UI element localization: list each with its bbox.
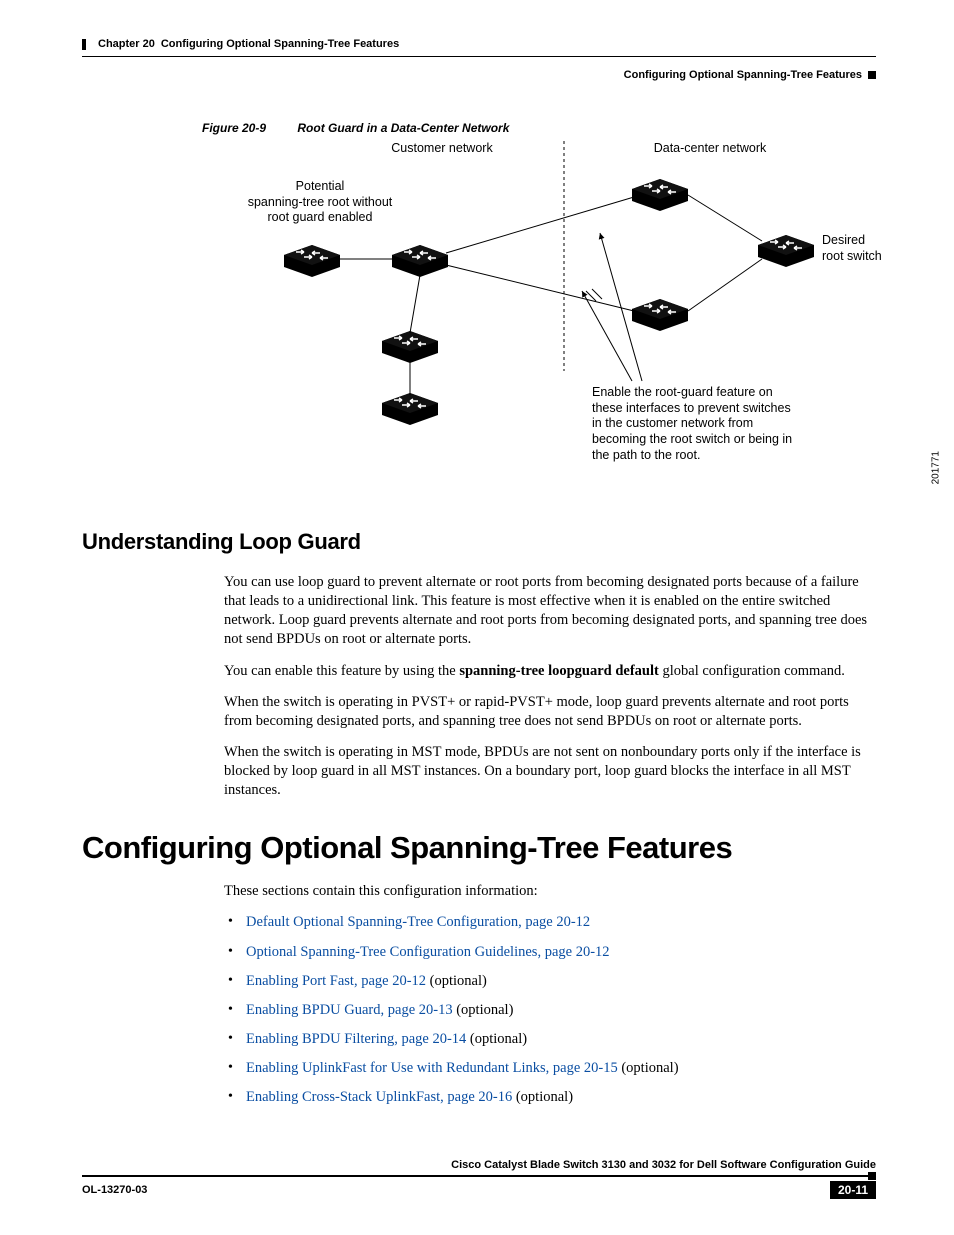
- loop-guard-body: You can use loop guard to prevent altern…: [224, 573, 876, 800]
- toc-link[interactable]: Enabling Cross-Stack UplinkFast, page 20…: [246, 1089, 512, 1105]
- config-body: These sections contain this configuratio…: [224, 882, 876, 1107]
- toc-link[interactable]: Enabling Port Fast, page 20-12: [246, 973, 426, 989]
- header-left: Chapter 20 Configuring Optional Spanning…: [82, 38, 399, 50]
- fig-label-desired: Desired root switch: [822, 233, 902, 264]
- toc-suffix: (optional): [512, 1089, 573, 1105]
- footer-rule: [82, 1175, 876, 1177]
- heading-config-ostf: Configuring Optional Spanning-Tree Featu…: [82, 830, 876, 866]
- page-number: 20-11: [830, 1181, 876, 1199]
- fig-label-customer: Customer network: [372, 141, 512, 157]
- toc-item: Enabling BPDU Filtering, page 20-14 (opt…: [224, 1030, 876, 1049]
- lg-cmd: spanning-tree loopguard default: [459, 663, 659, 679]
- toc-suffix: (optional): [618, 1060, 679, 1076]
- toc-item: Enabling Port Fast, page 20-12 (optional…: [224, 972, 876, 991]
- toc-suffix: (optional): [466, 1031, 527, 1047]
- footer: Cisco Catalyst Blade Switch 3130 and 303…: [82, 1159, 876, 1199]
- chapter-label: Chapter 20: [98, 38, 155, 50]
- header-mark-icon: [82, 39, 86, 50]
- fig-label-potential: Potential spanning-tree root without roo…: [220, 179, 420, 226]
- toc-link[interactable]: Enabling UplinkFast for Use with Redunda…: [246, 1060, 618, 1076]
- fig-label-enable: Enable the root-guard feature on these i…: [592, 385, 802, 463]
- toc-item: Enabling Cross-Stack UplinkFast, page 20…: [224, 1088, 876, 1107]
- fig-label-datacenter: Data-center network: [630, 141, 790, 157]
- toc-link[interactable]: Optional Spanning-Tree Configuration Gui…: [246, 944, 610, 960]
- doc-id: OL-13270-03: [82, 1184, 147, 1196]
- toc-item: Optional Spanning-Tree Configuration Gui…: [224, 943, 876, 962]
- lg-para-3: When the switch is operating in PVST+ or…: [224, 693, 876, 731]
- footer-end-icon: [868, 1172, 876, 1180]
- config-intro: These sections contain this configuratio…: [224, 882, 876, 901]
- lg-para-1: You can use loop guard to prevent altern…: [224, 573, 876, 650]
- toc-link[interactable]: Enabling BPDU Filtering, page 20-14: [246, 1031, 466, 1047]
- running-head-text: Configuring Optional Spanning-Tree Featu…: [624, 69, 862, 81]
- figure-area: Customer network Data-center network Pot…: [202, 141, 882, 501]
- lg-para-2: You can enable this feature by using the…: [224, 662, 876, 681]
- toc-item: Enabling UplinkFast for Use with Redunda…: [224, 1059, 876, 1078]
- toc-item: Enabling BPDU Guard, page 20-13 (optiona…: [224, 1001, 876, 1020]
- toc-list: Default Optional Spanning-Tree Configura…: [224, 913, 876, 1107]
- figure-number: Figure 20-9: [202, 121, 266, 135]
- toc-link[interactable]: Default Optional Spanning-Tree Configura…: [246, 914, 590, 930]
- header-end-icon: [868, 71, 876, 79]
- toc-suffix: (optional): [453, 1002, 514, 1018]
- page: Chapter 20 Configuring Optional Spanning…: [0, 0, 954, 1235]
- toc-item: Default Optional Spanning-Tree Configura…: [224, 913, 876, 932]
- lg-p2b: global configuration command.: [659, 663, 845, 679]
- figure-caption: Figure 20-9 Root Guard in a Data-Center …: [202, 121, 876, 135]
- lg-p2a: You can enable this feature by using the: [224, 663, 459, 679]
- chapter-title: Configuring Optional Spanning-Tree Featu…: [161, 38, 399, 50]
- header-row: Chapter 20 Configuring Optional Spanning…: [82, 38, 876, 50]
- heading-loop-guard: Understanding Loop Guard: [82, 529, 876, 555]
- figure-id: 201771: [930, 451, 941, 484]
- footer-row: OL-13270-03 20-11: [82, 1181, 876, 1199]
- toc-link[interactable]: Enabling BPDU Guard, page 20-13: [246, 1002, 453, 1018]
- toc-suffix: (optional): [426, 973, 487, 989]
- running-head: Configuring Optional Spanning-Tree Featu…: [82, 69, 876, 81]
- lg-para-4: When the switch is operating in MST mode…: [224, 743, 876, 800]
- figure-title: Root Guard in a Data-Center Network: [297, 121, 509, 135]
- guide-title: Cisco Catalyst Blade Switch 3130 and 303…: [82, 1159, 876, 1171]
- header-rule: [82, 56, 876, 57]
